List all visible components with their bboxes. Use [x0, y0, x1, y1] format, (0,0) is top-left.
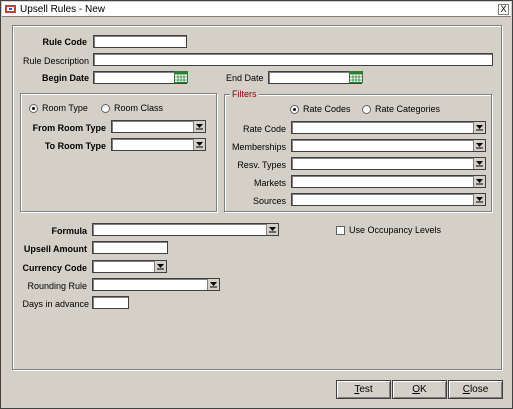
calendar-icon[interactable]	[349, 71, 363, 83]
resv-types-dropdown[interactable]	[291, 157, 486, 170]
dropdown-arrow-icon[interactable]	[473, 140, 485, 151]
days-in-advance-label: Days in advance	[22, 299, 89, 309]
upsell-amount-label: Upsell Amount	[23, 244, 87, 254]
dropdown-arrow-icon[interactable]	[473, 176, 485, 187]
rule-description-label: Rule Description	[22, 56, 89, 66]
rate-categories-radio-label: Rate Categories	[375, 104, 441, 114]
begin-date-label: Begin Date	[41, 73, 89, 83]
days-in-advance-input[interactable]	[92, 296, 129, 309]
window-title: Upsell Rules - New	[20, 4, 106, 15]
formula-dropdown[interactable]	[92, 223, 279, 236]
to-room-type-dropdown[interactable]	[111, 138, 206, 151]
rate-code-label: Rate Code	[242, 124, 286, 134]
room-type-radio[interactable]	[29, 104, 38, 113]
rule-description-input[interactable]	[93, 53, 493, 66]
memberships-dropdown[interactable]	[291, 139, 486, 152]
room-class-radio-label: Room Class	[114, 103, 164, 113]
memberships-label: Memberships	[231, 142, 286, 152]
title-bar: Upsell Rules - New X	[2, 2, 511, 17]
dropdown-arrow-icon[interactable]	[207, 279, 219, 290]
ok-button-mnemonic: O	[412, 384, 421, 395]
currency-code-label: Currency Code	[22, 263, 87, 273]
currency-code-dropdown[interactable]	[92, 260, 167, 273]
rule-code-input[interactable]	[93, 35, 187, 48]
window-close-button[interactable]: X	[498, 4, 509, 15]
close-button-label: lose	[469, 384, 489, 395]
upsell-rules-window: Upsell Rules - New X Rule Code Rule Desc…	[0, 0, 513, 409]
close-button-mnemonic: C	[462, 384, 470, 395]
rate-code-dropdown[interactable]	[291, 121, 486, 134]
sources-dropdown[interactable]	[291, 193, 486, 206]
rounding-rule-dropdown[interactable]	[92, 278, 220, 291]
rule-code-label: Rule Code	[42, 37, 87, 47]
filters-legend: Filters	[230, 89, 259, 100]
dropdown-arrow-icon[interactable]	[473, 122, 485, 133]
rate-codes-radio[interactable]	[290, 105, 299, 114]
dropdown-arrow-icon[interactable]	[473, 194, 485, 205]
sources-label: Sources	[252, 196, 286, 206]
end-date-label: End Date	[226, 73, 264, 83]
from-room-type-dropdown[interactable]	[111, 120, 206, 133]
opera-app-icon	[5, 5, 16, 13]
rate-categories-radio[interactable]	[362, 105, 371, 114]
ok-button-label: K	[420, 384, 427, 395]
rounding-rule-label: Rounding Rule	[27, 281, 87, 291]
resv-types-label: Resv. Types	[237, 160, 286, 170]
markets-label: Markets	[253, 178, 286, 188]
dropdown-arrow-icon[interactable]	[154, 261, 166, 272]
close-button[interactable]: Close	[448, 380, 503, 399]
room-class-radio[interactable]	[101, 104, 110, 113]
use-occupancy-levels-checkbox[interactable]	[336, 226, 345, 235]
dropdown-arrow-icon[interactable]	[193, 139, 205, 150]
test-button[interactable]: Test	[336, 380, 391, 399]
close-icon: X	[500, 4, 507, 14]
dropdown-arrow-icon[interactable]	[266, 224, 278, 235]
from-room-type-label: From Room Type	[32, 123, 106, 133]
to-room-type-label: To Room Type	[44, 141, 106, 151]
calendar-icon[interactable]	[174, 71, 188, 83]
rate-codes-radio-label: Rate Codes	[303, 104, 351, 114]
use-occupancy-levels-label: Use Occupancy Levels	[349, 225, 442, 235]
dropdown-arrow-icon[interactable]	[193, 121, 205, 132]
test-button-label: est	[359, 384, 373, 395]
formula-label: Formula	[51, 226, 87, 236]
begin-date-input[interactable]	[93, 71, 187, 84]
room-type-radio-label: Room Type	[42, 103, 88, 113]
end-date-input[interactable]	[268, 71, 362, 84]
ok-button[interactable]: OK	[392, 380, 447, 399]
markets-dropdown[interactable]	[291, 175, 486, 188]
upsell-amount-input[interactable]	[92, 241, 168, 254]
dropdown-arrow-icon[interactable]	[473, 158, 485, 169]
